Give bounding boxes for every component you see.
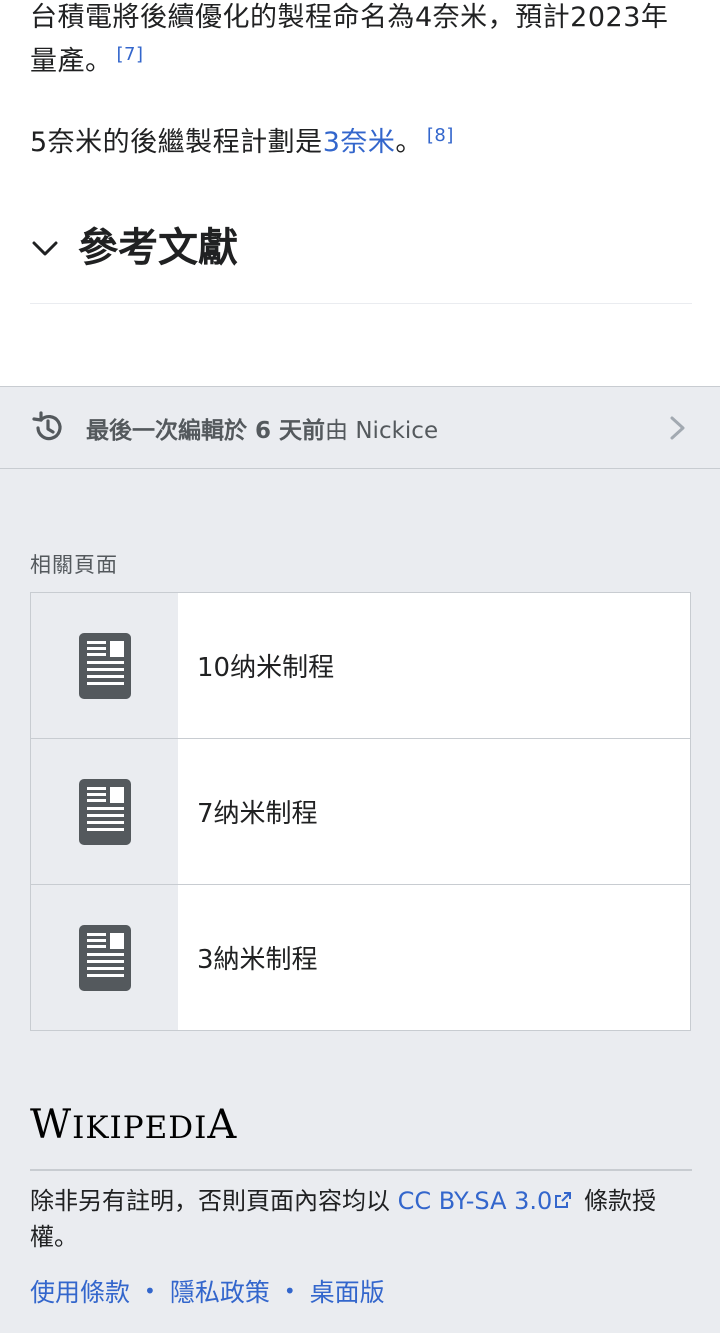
section-heading-references[interactable]: 參考文獻 (30, 222, 692, 304)
last-modified-time: 最後一次編輯於 6 天前 (86, 417, 326, 444)
section-title: 參考文獻 (78, 224, 238, 271)
footer-link-terms[interactable]: 使用條款 (30, 1273, 130, 1309)
chevron-right-icon (670, 416, 685, 439)
footer-link-privacy[interactable]: 隱私政策 (170, 1273, 270, 1309)
related-page-title: 10纳米制程 (197, 653, 335, 683)
article-content: 台積電將後續優化的製程命名為4奈米，預計2023年量產。 [7] 5奈米的後繼製程… (0, 0, 720, 386)
article-paragraph: 台積電將後續優化的製程命名為4奈米，預計2023年量產。 [7] (30, 0, 690, 84)
footer-divider (30, 1169, 692, 1171)
article-link-3nm[interactable]: 3奈米 (323, 127, 396, 158)
reference-link[interactable]: [8] (427, 125, 454, 146)
footer-area: 相關頁面 10纳米制程 7纳米制程 3納米制程 WIKIPEDIA 除非另有註明… (0, 469, 720, 1333)
wordmark-letter: W (30, 1102, 73, 1148)
footer-links: 使用條款 • 隱私政策 • 桌面版 (30, 1273, 385, 1309)
wikipedia-wordmark[interactable]: WIKIPEDIA (30, 1102, 237, 1148)
article-icon (78, 924, 131, 991)
related-pages-heading: 相關頁面 (30, 553, 118, 577)
license-prefix: 除非另有註明，否則頁面內容均以 (30, 1187, 398, 1215)
related-pages-list: 10纳米制程 7纳米制程 3納米制程 (30, 592, 691, 1031)
article-icon (78, 632, 131, 699)
paragraph-text: 。 (395, 127, 423, 158)
last-modified-text: 最後一次編輯於 6 天前由 Nickice (86, 411, 666, 445)
related-page-item[interactable]: 7纳米制程 (31, 739, 690, 885)
license-text: 除非另有註明，否則頁面內容均以 CC BY-SA 3.0 條款授權。 (30, 1183, 690, 1255)
wordmark-letter: A (207, 1102, 238, 1148)
related-page-title: 3納米制程 (197, 945, 318, 975)
history-icon (32, 410, 62, 440)
paragraph-text: 5奈米的後繼製程計劃是 (30, 127, 323, 158)
related-page-title: 7纳米制程 (197, 799, 318, 829)
related-page-thumbnail (31, 739, 178, 884)
footer-separator: • (283, 1279, 296, 1303)
footer-separator: • (144, 1279, 156, 1303)
article-icon (78, 778, 131, 845)
related-page-thumbnail (31, 593, 178, 738)
chevron-down-icon (32, 241, 58, 256)
paragraph-text: 台積電將後續優化的製程命名為4奈米，預計2023年量產。 (30, 2, 669, 77)
license-link[interactable]: CC BY-SA 3.0 (398, 1187, 553, 1215)
last-modified-bar[interactable]: 最後一次編輯於 6 天前由 Nickice (0, 386, 720, 469)
reference-link[interactable]: [7] (117, 44, 144, 65)
article-paragraph: 5奈米的後繼製程計劃是3奈米。 [8] (30, 121, 690, 165)
related-page-item[interactable]: 10纳米制程 (31, 593, 690, 739)
external-link-icon (555, 1192, 572, 1208)
last-modified-user[interactable]: 由 Nickice (325, 418, 438, 444)
footer-link-desktop[interactable]: 桌面版 (310, 1273, 385, 1309)
wordmark-letters: IKIPEDI (72, 1110, 208, 1146)
related-page-item[interactable]: 3納米制程 (31, 885, 690, 1030)
related-page-thumbnail (31, 885, 178, 1030)
